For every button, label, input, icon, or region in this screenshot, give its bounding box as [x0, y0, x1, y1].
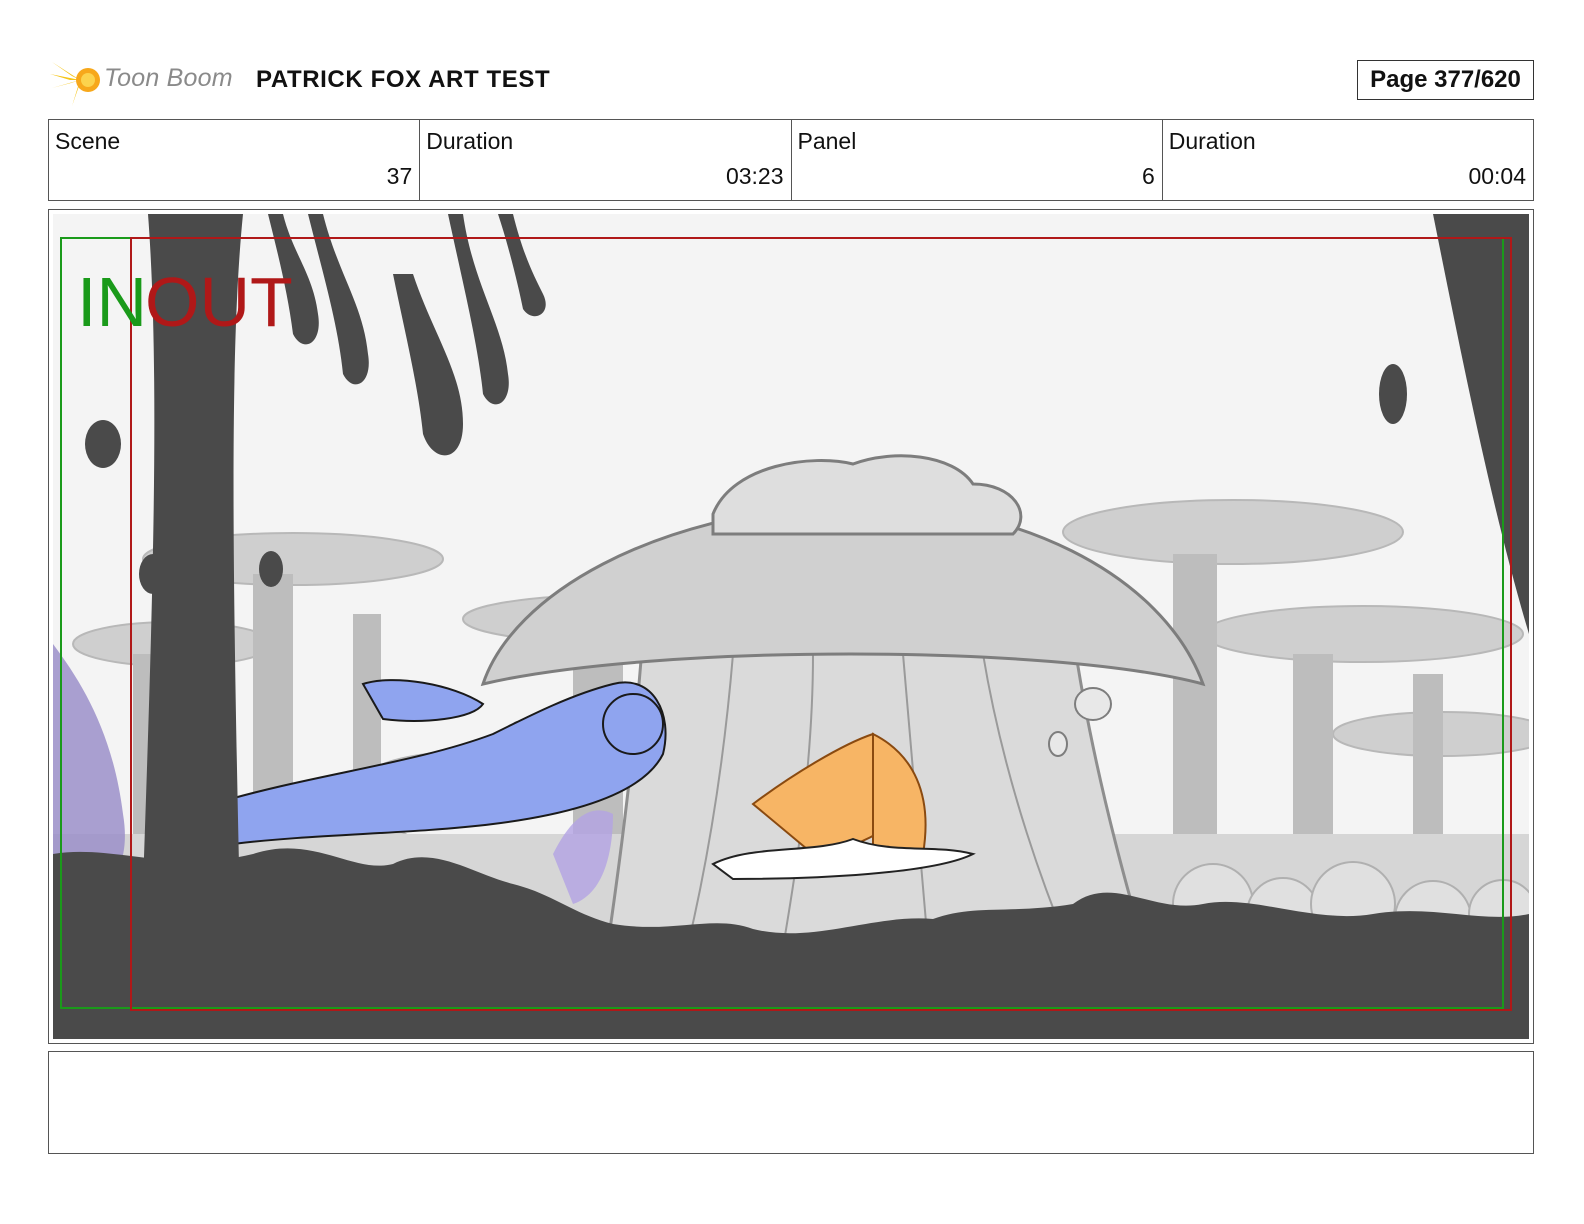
in-marker-label: IN [77, 263, 147, 341]
scene-duration-label: Duration [426, 128, 514, 154]
panel-artwork: IN OUT [53, 214, 1529, 1039]
storyboard-panel: IN OUT [48, 209, 1534, 1044]
scene-value: 37 [386, 163, 413, 189]
scene-duration-cell: Duration 03:23 [420, 120, 792, 200]
scene-info-table: Scene 37 Duration 03:23 Panel 6 Duration… [48, 119, 1534, 201]
scene-cell: Scene 37 [49, 120, 421, 200]
page-number-badge: Page 377/620 [1357, 60, 1534, 100]
panel-duration-cell: Duration 00:04 [1163, 120, 1533, 200]
document-title: PATRICK FOX ART TEST [256, 66, 551, 93]
scene-label: Scene [55, 128, 121, 154]
panel-notes-box [48, 1051, 1534, 1154]
panel-duration-label: Duration [1168, 128, 1256, 154]
toon-boom-logo: Toon Boom [50, 52, 240, 108]
panel-label: Panel [797, 128, 857, 154]
sun-burst-icon [50, 56, 100, 106]
panel-value: 6 [1141, 163, 1155, 189]
out-marker-label: OUT [145, 263, 293, 341]
logo-wordmark: Toon Boom [104, 64, 233, 92]
panel-duration-value: 00:04 [1468, 163, 1526, 189]
panel-cell: Panel 6 [792, 120, 1163, 200]
scene-duration-value: 03:23 [725, 163, 784, 189]
